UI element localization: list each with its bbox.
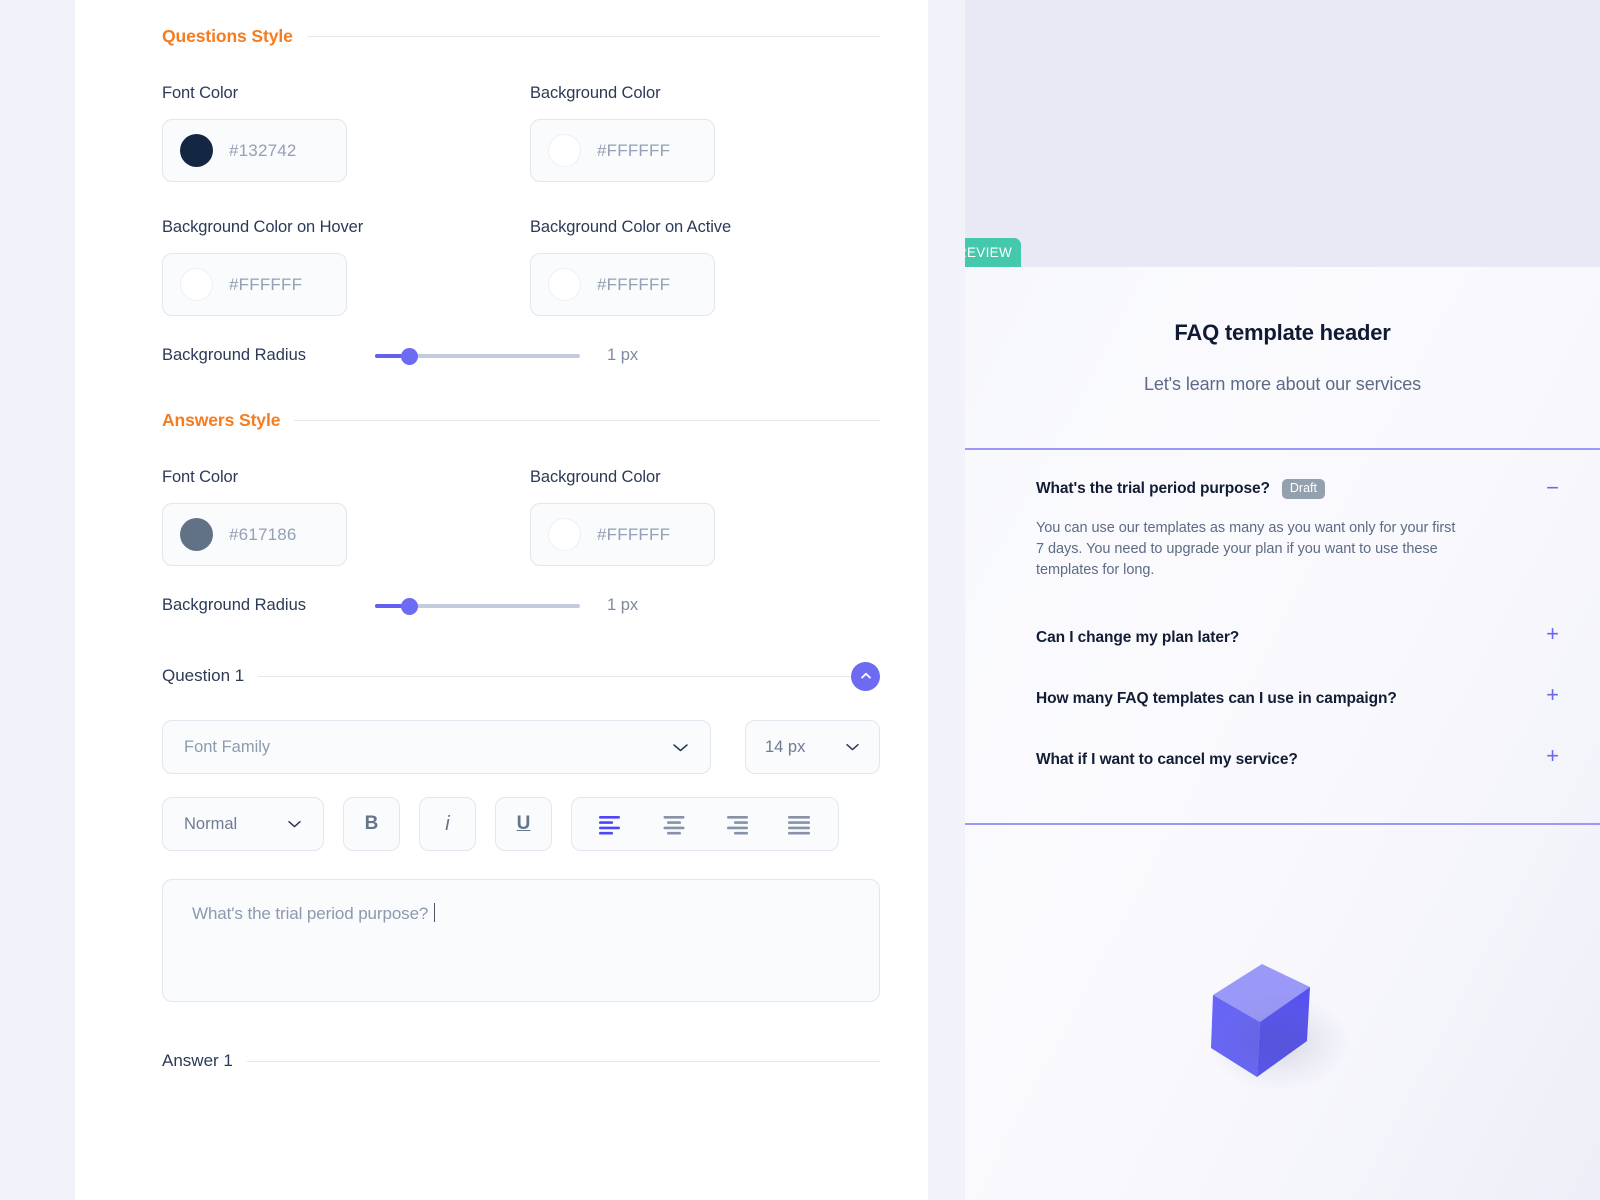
questions-bg-color-input[interactable]: #FFFFFF	[530, 119, 715, 182]
faq-item[interactable]: Can I change my plan later? +	[965, 581, 1600, 647]
answer-1-accordion-header[interactable]: Answer 1	[162, 1046, 880, 1076]
chevron-down-icon	[846, 743, 859, 751]
faq-question-row[interactable]: What's the trial period purpose? Draft	[1036, 479, 1559, 499]
label-questions-bg-color: Background Color	[530, 84, 661, 102]
label-answers-bg-color: Background Color	[530, 468, 661, 486]
color-hex-value: #132742	[229, 140, 297, 160]
answers-font-color-input[interactable]: #617186	[162, 503, 347, 566]
label-answers-bg-radius: Background Radius	[162, 596, 307, 614]
color-swatch[interactable]	[180, 268, 213, 301]
faq-question-text: How many FAQ templates can I use in camp…	[1036, 689, 1397, 707]
label-questions-bg-radius: Background Radius	[162, 346, 307, 364]
question-1-collapse-button[interactable]	[851, 661, 880, 691]
faq-item[interactable]: How many FAQ templates can I use in camp…	[965, 647, 1600, 708]
faq-answer-text: You can use our templates as many as you…	[1036, 519, 1456, 578]
color-swatch[interactable]	[180, 518, 213, 551]
align-right-icon[interactable]	[721, 813, 751, 835]
answers-bg-radius-slider[interactable]	[375, 597, 580, 615]
text-align-group	[571, 797, 839, 851]
preview-tab-label[interactable]: PREVIEW	[965, 238, 1021, 267]
font-size-value: 14 px	[765, 737, 806, 756]
underline-button[interactable]: U	[495, 797, 552, 851]
color-swatch[interactable]	[548, 518, 581, 551]
color-hex-value: #FFFFFF	[229, 274, 303, 294]
text-caret	[434, 903, 436, 922]
chevron-down-icon	[288, 820, 301, 828]
faq-question-row[interactable]: How many FAQ templates can I use in camp…	[1036, 690, 1559, 708]
font-weight-select[interactable]: Normal	[162, 797, 324, 851]
faq-item[interactable]: What if I want to cancel my service? +	[965, 708, 1600, 769]
color-hex-value: #FFFFFF	[597, 524, 671, 544]
faq-question-row[interactable]: Can I change my plan later?	[1036, 629, 1559, 647]
questions-font-color-input[interactable]: #132742	[162, 119, 347, 182]
color-swatch[interactable]	[548, 134, 581, 167]
section-title: Questions Style	[162, 25, 293, 46]
cube-shadow	[1208, 994, 1348, 1090]
color-hex-value: #FFFFFF	[597, 274, 671, 294]
label-answers-font-color: Font Color	[162, 468, 239, 486]
faq-preview-panel: PREVIEW FAQ template header Let's learn …	[965, 0, 1600, 1200]
faq-question-text: What if I want to cancel my service?	[1036, 750, 1298, 768]
label-questions-bg-active: Background Color on Active	[530, 218, 732, 236]
color-hex-value: #617186	[229, 524, 297, 544]
faq-question-text: Can I change my plan later?	[1036, 628, 1240, 646]
font-family-value: Font Family	[184, 737, 271, 756]
color-swatch[interactable]	[548, 268, 581, 301]
faq-toggle-plus-icon[interactable]: +	[1546, 622, 1559, 645]
cube-illustration	[1200, 940, 1350, 1090]
faq-toggle-plus-icon[interactable]: +	[1546, 683, 1559, 706]
label-questions-font-color: Font Color	[162, 84, 239, 102]
answers-bg-radius-value: 1 px	[607, 596, 639, 614]
faq-template-subtitle: Let's learn more about our services	[1143, 374, 1422, 394]
label-questions-bg-hover: Background Color on Hover	[162, 218, 364, 236]
questions-background-radius-row: Background Radius 1 px	[162, 346, 880, 365]
bold-button[interactable]: B	[343, 797, 400, 851]
faq-toggle-minus-icon[interactable]: −	[1546, 477, 1559, 499]
chevron-down-icon	[673, 743, 688, 751]
questions-bg-active-input[interactable]: #FFFFFF	[530, 253, 715, 316]
faq-accordion-list: What's the trial period purpose? Draft −…	[965, 448, 1600, 769]
question-1-text-input[interactable]: What's the trial period purpose?	[162, 879, 880, 1002]
slider-knob[interactable]	[401, 597, 418, 615]
question-1-accordion-header[interactable]: Question 1	[162, 661, 880, 691]
answer-1-title: Answer 1	[162, 1051, 233, 1070]
faq-header: FAQ template header Let's learn more abo…	[965, 320, 1600, 395]
section-header-questions-style: Questions Style	[162, 24, 880, 48]
faq-question-text: What's the trial period purpose?	[1036, 479, 1270, 497]
section-divider	[294, 419, 880, 421]
align-justify-icon[interactable]	[784, 813, 814, 835]
align-center-icon[interactable]	[659, 813, 689, 835]
question-1-title: Question 1	[162, 666, 245, 685]
section-title: Answers Style	[162, 409, 281, 430]
font-family-select[interactable]: Font Family	[162, 720, 711, 774]
faq-divider-bottom	[965, 823, 1600, 825]
faq-template-title: FAQ template header	[1174, 320, 1391, 345]
faq-question-row[interactable]: What if I want to cancel my service?	[1036, 751, 1559, 769]
color-swatch[interactable]	[180, 134, 213, 167]
section-header-answers-style: Answers Style	[162, 408, 880, 432]
questions-bg-hover-input[interactable]: #FFFFFF	[162, 253, 347, 316]
chevron-up-icon	[860, 672, 871, 679]
answers-bg-color-input[interactable]: #FFFFFF	[530, 503, 715, 566]
section-divider	[258, 675, 851, 677]
questions-bg-radius-value: 1 px	[607, 346, 639, 364]
status-badge-draft: Draft	[1281, 479, 1325, 499]
app-root: Questions Style Font Color #132742 Backg…	[0, 0, 1600, 1200]
preview-top-background	[965, 0, 1600, 267]
section-divider	[246, 1060, 880, 1062]
style-editor-panel: Questions Style Font Color #132742 Backg…	[75, 0, 928, 1200]
slider-knob[interactable]	[401, 347, 418, 365]
questions-bg-radius-slider[interactable]	[375, 347, 580, 365]
font-size-select[interactable]: 14 px	[745, 720, 880, 774]
question-1-text-value: What's the trial period purpose?	[192, 904, 429, 923]
faq-item[interactable]: What's the trial period purpose? Draft −…	[965, 448, 1600, 581]
faq-toggle-plus-icon[interactable]: +	[1546, 744, 1559, 767]
preview-tab-text: PREVIEW	[965, 245, 1012, 260]
italic-button[interactable]: i	[419, 797, 476, 851]
section-divider	[306, 35, 880, 37]
font-weight-value: Normal	[184, 814, 238, 833]
color-hex-value: #FFFFFF	[597, 140, 671, 160]
align-left-icon[interactable]	[596, 813, 626, 835]
answers-background-radius-row: Background Radius 1 px	[162, 596, 880, 615]
